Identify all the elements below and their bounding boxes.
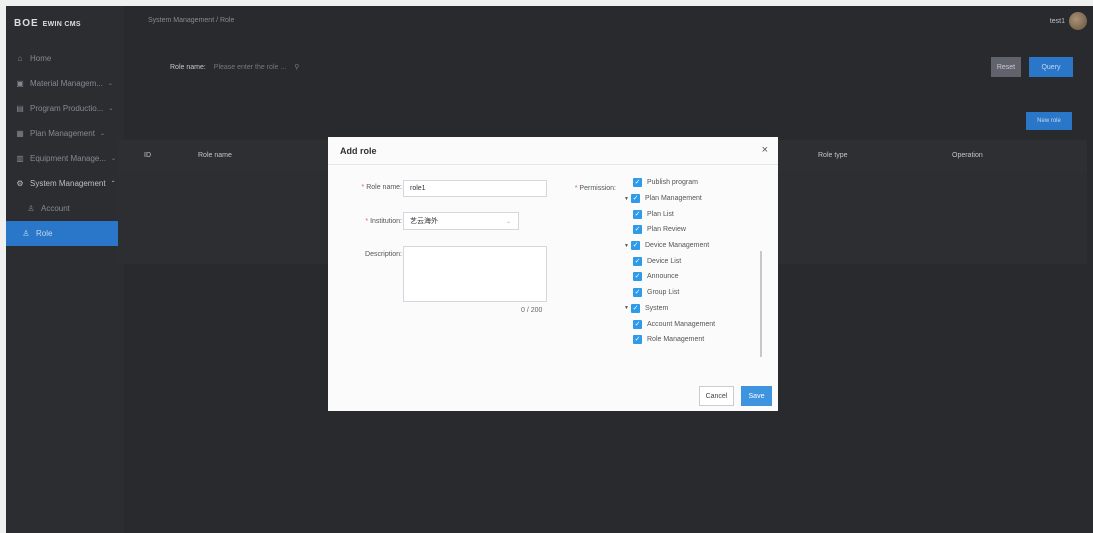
tree-node-label: Publish program bbox=[647, 179, 698, 187]
checkbox-checked-icon[interactable]: ✓ bbox=[633, 209, 642, 219]
tree-node-account-management[interactable]: ✓ Account Management bbox=[621, 316, 761, 332]
tree-node-system[interactable]: ▼ ✓ System bbox=[621, 301, 761, 317]
institution-selected-value: 艺云海外 bbox=[410, 218, 438, 225]
permission-label: * Permission: bbox=[574, 185, 616, 192]
tree-node-label: Announce bbox=[647, 273, 679, 281]
tree-node-label: Group List bbox=[647, 289, 680, 297]
tree-node-role-management[interactable]: ✓ Role Management bbox=[621, 332, 761, 348]
permission-tree: ✓ Publish program ▼ ✓ Plan Management ✓ Plan… bbox=[621, 175, 761, 348]
description-textarea[interactable] bbox=[403, 246, 547, 302]
checkbox-checked-icon[interactable]: ✓ bbox=[633, 272, 642, 282]
tree-node-group-list[interactable]: ✓ Group List bbox=[621, 285, 761, 301]
tree-node-label: Device Management bbox=[645, 242, 710, 250]
dialog-divider bbox=[328, 164, 778, 165]
tree-node-plan-management[interactable]: ▼ ✓ Plan Management bbox=[621, 191, 761, 207]
role-name-label: * Role name: bbox=[361, 184, 402, 191]
tree-node-label: Device List bbox=[647, 257, 682, 265]
close-icon[interactable]: × bbox=[762, 144, 768, 156]
tree-node-label: Plan Review bbox=[647, 226, 686, 234]
checkbox-checked-icon[interactable]: ✓ bbox=[633, 178, 642, 188]
tree-node-device-management[interactable]: ▼ ✓ Device Management bbox=[621, 238, 761, 254]
tree-node-label: Plan List bbox=[647, 210, 674, 218]
save-button[interactable]: Save bbox=[741, 386, 772, 406]
tree-node-label: System bbox=[645, 304, 669, 312]
description-char-counter: 0 / 200 bbox=[521, 307, 543, 314]
institution-select[interactable]: 艺云海外 ⌄ bbox=[403, 212, 519, 230]
caret-down-icon[interactable]: ▼ bbox=[622, 305, 631, 311]
tree-node-plan-list[interactable]: ✓ Plan List bbox=[621, 206, 761, 222]
tree-node-announce[interactable]: ✓ Announce bbox=[621, 269, 761, 285]
role-name-input[interactable]: role1 bbox=[403, 180, 547, 197]
permission-scrollbar[interactable] bbox=[760, 251, 762, 357]
institution-label: * Institution: bbox=[365, 218, 402, 225]
caret-down-icon[interactable]: ▼ bbox=[622, 196, 631, 202]
caret-down-icon[interactable]: ▼ bbox=[622, 243, 631, 249]
dialog-title: Add role bbox=[340, 146, 377, 156]
checkbox-checked-icon[interactable]: ✓ bbox=[631, 194, 640, 204]
cancel-button[interactable]: Cancel bbox=[699, 386, 734, 406]
checkbox-checked-icon[interactable]: ✓ bbox=[633, 256, 642, 266]
checkbox-checked-icon[interactable]: ✓ bbox=[633, 288, 642, 298]
description-label: Description: bbox=[365, 251, 402, 258]
tree-node-label: Role Management bbox=[647, 336, 705, 344]
checkbox-checked-icon[interactable]: ✓ bbox=[631, 303, 640, 313]
checkbox-checked-icon[interactable]: ✓ bbox=[633, 225, 642, 235]
tree-node-publish-program[interactable]: ✓ Publish program bbox=[621, 175, 761, 191]
tree-node-label: Plan Management bbox=[645, 195, 702, 203]
checkbox-checked-icon[interactable]: ✓ bbox=[631, 241, 640, 251]
chevron-down-icon: ⌄ bbox=[505, 219, 511, 225]
add-role-dialog: Add role × * Role name: role1 * Institutio… bbox=[328, 137, 778, 411]
checkbox-checked-icon[interactable]: ✓ bbox=[633, 335, 642, 345]
checkbox-checked-icon[interactable]: ✓ bbox=[633, 319, 642, 329]
tree-node-label: Account Management bbox=[647, 320, 716, 328]
tree-node-plan-review[interactable]: ✓ Plan Review bbox=[621, 222, 761, 238]
tree-node-device-list[interactable]: ✓ Device List bbox=[621, 253, 761, 269]
